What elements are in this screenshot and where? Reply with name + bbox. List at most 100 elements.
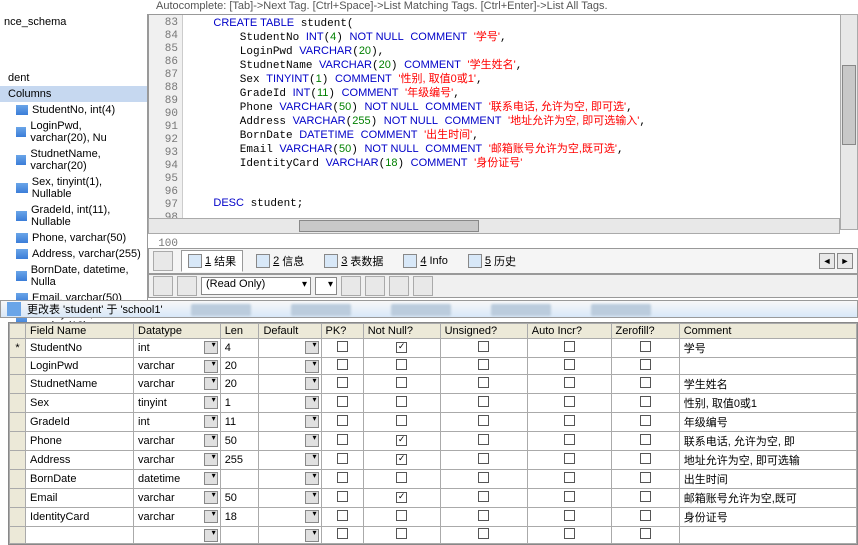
tb-btn-5[interactable]: [389, 276, 409, 296]
cell-comment[interactable]: 学生姓名: [679, 375, 856, 394]
checkbox[interactable]: [640, 472, 651, 483]
tree-schema[interactable]: nce_schema: [0, 14, 147, 30]
checkbox[interactable]: [478, 396, 489, 407]
grid-header[interactable]: Comment: [679, 324, 856, 339]
cell-default[interactable]: [259, 508, 321, 527]
cell-comment[interactable]: 出生时间: [679, 470, 856, 489]
row-handle[interactable]: [10, 489, 26, 508]
grid-header[interactable]: Datatype: [134, 324, 221, 339]
cell-ai[interactable]: [527, 394, 611, 413]
tab-Info[interactable]: 4 Info: [396, 250, 454, 272]
cell-zf[interactable]: [611, 451, 679, 470]
cell-nn[interactable]: [363, 358, 440, 375]
checkbox[interactable]: [640, 341, 651, 352]
checkbox[interactable]: [564, 453, 575, 464]
cell-len[interactable]: 50: [220, 489, 259, 508]
checkbox[interactable]: [640, 377, 651, 388]
checkbox[interactable]: [640, 415, 651, 426]
cell-comment[interactable]: 学号: [679, 339, 856, 358]
checkbox[interactable]: [337, 453, 348, 464]
tree-column[interactable]: Phone, varchar(50): [0, 230, 147, 246]
cell-zf[interactable]: [611, 413, 679, 432]
cell-datatype[interactable]: varchar: [134, 358, 221, 375]
tab-表数据[interactable]: 3 表数据: [317, 250, 390, 272]
code-content[interactable]: CREATE TABLE student( StudentNo INT(4) N…: [183, 15, 857, 229]
tab-nav-next[interactable]: ►: [837, 253, 853, 269]
row-handle[interactable]: [10, 339, 26, 358]
checkbox[interactable]: [478, 491, 489, 502]
cell-ai[interactable]: [527, 489, 611, 508]
cell-default[interactable]: [259, 358, 321, 375]
cell-comment[interactable]: [679, 358, 856, 375]
checkbox[interactable]: [396, 492, 407, 503]
cell-un[interactable]: [440, 432, 527, 451]
checkbox[interactable]: [564, 510, 575, 521]
grid-header[interactable]: Default: [259, 324, 321, 339]
cell-len[interactable]: [220, 470, 259, 489]
tab-信息[interactable]: 2 信息: [249, 250, 311, 272]
checkbox[interactable]: [396, 435, 407, 446]
tb-btn-1[interactable]: [153, 276, 173, 296]
grid-header[interactable]: Field Name: [26, 324, 134, 339]
cell-pk[interactable]: [321, 489, 363, 508]
cell-fieldname[interactable]: Email: [26, 489, 134, 508]
checkbox[interactable]: [396, 342, 407, 353]
editor-hscroll[interactable]: [148, 218, 840, 234]
tree-column[interactable]: LoginPwd, varchar(20), Nu: [0, 118, 147, 146]
checkbox[interactable]: [337, 341, 348, 352]
cell-fieldname[interactable]: Address: [26, 451, 134, 470]
cell-ai[interactable]: [527, 470, 611, 489]
cell-un[interactable]: [440, 413, 527, 432]
grid-header[interactable]: Auto Incr?: [527, 324, 611, 339]
cell-len[interactable]: 1: [220, 394, 259, 413]
checkbox[interactable]: [396, 472, 407, 483]
cell-datatype[interactable]: varchar: [134, 508, 221, 527]
tree-columns-node[interactable]: Columns: [0, 86, 147, 102]
checkbox[interactable]: [564, 434, 575, 445]
checkbox[interactable]: [337, 359, 348, 370]
cell-ai[interactable]: [527, 508, 611, 527]
checkbox[interactable]: [396, 377, 407, 388]
grid-header[interactable]: Len: [220, 324, 259, 339]
cell-zf[interactable]: [611, 489, 679, 508]
cell-un[interactable]: [440, 339, 527, 358]
checkbox[interactable]: [396, 359, 407, 370]
cell-datatype[interactable]: tinyint: [134, 394, 221, 413]
cell-un[interactable]: [440, 358, 527, 375]
checkbox[interactable]: [396, 510, 407, 521]
cell-fieldname[interactable]: Sex: [26, 394, 134, 413]
cell-datatype[interactable]: varchar: [134, 432, 221, 451]
checkbox[interactable]: [640, 491, 651, 502]
cell-nn[interactable]: [363, 470, 440, 489]
cell-ai[interactable]: [527, 451, 611, 470]
cell-zf[interactable]: [611, 508, 679, 527]
checkbox[interactable]: [396, 454, 407, 465]
cell-ai[interactable]: [527, 432, 611, 451]
row-handle[interactable]: [10, 470, 26, 489]
cell-comment[interactable]: 性别, 取值0或1: [679, 394, 856, 413]
tree-column[interactable]: BornDate, datetime, Nulla: [0, 262, 147, 290]
cell-default[interactable]: [259, 394, 321, 413]
checkbox[interactable]: [337, 396, 348, 407]
cell-len[interactable]: 20: [220, 375, 259, 394]
columns-grid[interactable]: Field NameDatatypeLenDefaultPK?Not Null?…: [8, 322, 858, 545]
row-handle[interactable]: [10, 394, 26, 413]
cell-pk[interactable]: [321, 339, 363, 358]
cell-default[interactable]: [259, 432, 321, 451]
grid-header[interactable]: [10, 324, 26, 339]
cell-nn[interactable]: [363, 339, 440, 358]
row-handle[interactable]: [10, 451, 26, 470]
cell-len[interactable]: 20: [220, 358, 259, 375]
checkbox[interactable]: [337, 491, 348, 502]
cell-pk[interactable]: [321, 394, 363, 413]
cell-un[interactable]: [440, 375, 527, 394]
cell-datatype[interactable]: datetime: [134, 470, 221, 489]
cell-datatype[interactable]: varchar: [134, 489, 221, 508]
cell-zf[interactable]: [611, 394, 679, 413]
hscroll-thumb[interactable]: [299, 220, 479, 232]
checkbox[interactable]: [640, 396, 651, 407]
tb-btn-2[interactable]: [177, 276, 197, 296]
grid-header[interactable]: Not Null?: [363, 324, 440, 339]
cell-pk[interactable]: [321, 358, 363, 375]
cell-datatype[interactable]: varchar: [134, 451, 221, 470]
